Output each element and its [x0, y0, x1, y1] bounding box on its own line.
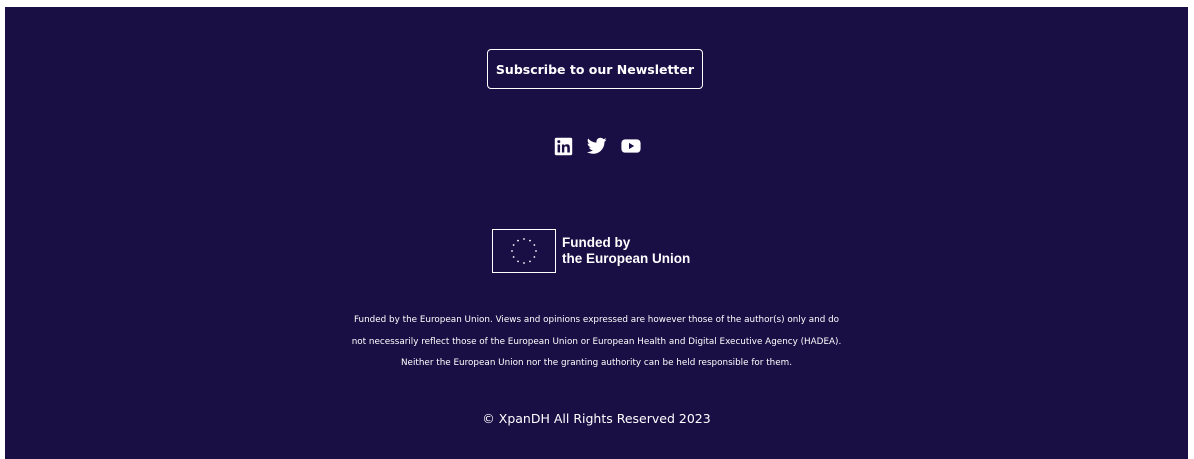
eu-star	[517, 239, 519, 242]
disclaimer-line-3: Neither the European Union nor the grant…	[400, 358, 793, 368]
eu-star	[512, 244, 515, 246]
eu-star	[529, 239, 531, 242]
eu-star	[523, 238, 525, 240]
eu-star	[533, 256, 536, 258]
copyright-text: © XpanDH All Rights Reserved 2023	[482, 411, 711, 426]
eu-flag-icon	[492, 229, 556, 273]
eu-text-line2: the European Union	[562, 251, 691, 266]
eu-stars	[511, 238, 537, 264]
disclaimer-line-2: not necessarily reflect those of the Eur…	[351, 336, 842, 347]
social-links	[553, 136, 641, 156]
eu-star	[512, 256, 515, 258]
eu-star	[511, 250, 513, 252]
eu-star	[523, 262, 525, 264]
site-footer: Subscribe to our Newsletter Funded by th…	[5, 7, 1188, 459]
disclaimer-text: Funded by the European Union. Views and …	[5, 310, 1188, 375]
eu-text-line1: Funded by	[562, 235, 631, 250]
eu-funding-logo: Funded by the European Union	[492, 229, 690, 273]
subscribe-newsletter-button[interactable]: Subscribe to our Newsletter	[487, 49, 703, 89]
youtube-icon[interactable]	[621, 136, 641, 156]
twitter-icon[interactable]	[587, 136, 607, 156]
eu-star	[529, 260, 531, 263]
disclaimer-line-1: Funded by the European Union. Views and …	[353, 315, 840, 325]
eu-funding-text: Funded by the European Union	[562, 235, 690, 267]
linkedin-icon[interactable]	[553, 136, 573, 156]
eu-star	[535, 250, 537, 252]
eu-star	[517, 260, 519, 263]
eu-star	[533, 244, 536, 246]
